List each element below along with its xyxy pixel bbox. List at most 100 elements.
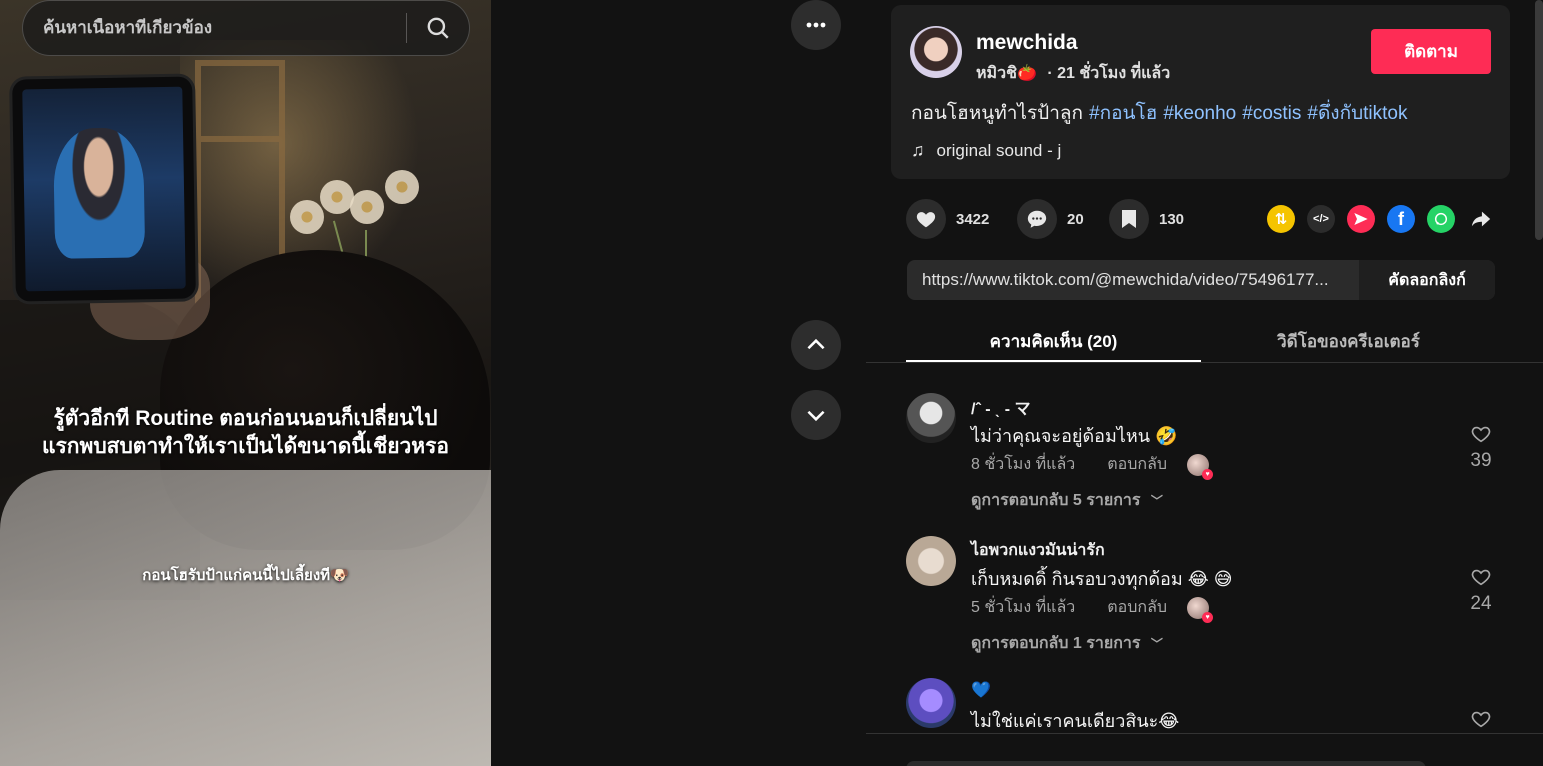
panel-scrollbar[interactable] [1535, 0, 1543, 240]
chevron-down-icon: ﹀ [1150, 637, 1163, 651]
share-link-url[interactable]: https://www.tiktok.com/@mewchida/video/7… [907, 270, 1359, 290]
comment-time: 5 ชั่วโมง ที่แล้ว [971, 599, 1076, 616]
creator-liked-icon [1187, 596, 1214, 623]
author-meta: หมิวชิ🍅 · 21 ชั่วโมง ที่แล้ว [976, 61, 1170, 86]
comment-button[interactable] [1017, 199, 1057, 239]
repost-button[interactable]: ⇅ [1267, 205, 1295, 233]
embed-icon: </> [1313, 213, 1329, 225]
author-username[interactable]: mewchida [976, 31, 1078, 55]
save-action: 130 [1109, 199, 1184, 239]
heart-icon [916, 212, 936, 228]
save-count: 130 [1159, 210, 1185, 228]
reply-button[interactable]: ตอบกลับ [1107, 452, 1167, 477]
tab-creator-videos[interactable]: วิดีโอของครีเอเตอร์ [1201, 328, 1496, 355]
bookmark-icon [1122, 210, 1136, 228]
view-replies-button[interactable]: ดูการตอบกลับ 5 รายการ ﹀ [971, 488, 1163, 513]
overlay-line-2: แรกพบสบตาทำให้เราเป็นได้ขนาดนี้เชียวหรอ [41, 435, 450, 458]
active-tab-indicator [906, 360, 1201, 362]
video-overlay-text: รู้ตัวอีกที Routine ตอนก่อนนอนก็เปลี่ยนไ… [0, 405, 491, 461]
comment-like-button[interactable]: 39 [1461, 423, 1501, 472]
share-facebook-button[interactable]: f [1387, 205, 1415, 233]
search-icon [427, 17, 449, 39]
like-button[interactable] [906, 199, 946, 239]
save-button[interactable] [1109, 199, 1149, 239]
chevron-down-icon [807, 410, 825, 422]
view-replies-label: ดูการตอบกลับ 1 รายการ [971, 635, 1141, 652]
description-text: กอนโฮหนูทำไรป้าลูก [911, 103, 1084, 124]
sound-link[interactable]: ♫ original sound - j [911, 140, 1061, 161]
comment-time: 8 ชั่วโมง ที่แล้ว [971, 456, 1076, 473]
comment-item: ไอพวกแงวมันน่ารัก เก็บหมดดิ้ กินรอบวงทุก… [906, 536, 1506, 666]
hashtag[interactable]: #กอนโฮ [1089, 103, 1157, 124]
overlay-line-1: รู้ตัวอีกที Routine ตอนก่อนนอนก็เปลี่ยนไ… [53, 407, 438, 430]
post-description: กอนโฮหนูทำไรป้าลูก #กอนโฮ #keonho #costis #ด… [911, 98, 1407, 128]
like-count: 3422 [956, 210, 990, 228]
view-replies-button[interactable]: ดูการตอบกลับ 1 รายการ ﹀ [971, 631, 1163, 656]
more-share-button[interactable] [1467, 205, 1495, 233]
commenter-avatar[interactable] [906, 678, 956, 728]
next-video-button[interactable] [791, 390, 841, 440]
share-whatsapp-button[interactable] [1427, 205, 1455, 233]
comment-text: ไม่ใช่แค่เราคนเดียวสินะ😂 [971, 711, 1180, 731]
comment-input[interactable] [906, 761, 1426, 766]
comment-count: 20 [1067, 210, 1084, 228]
copy-link-button[interactable]: คัดลอกลิงก์ [1359, 260, 1495, 300]
comment-item: /ˆ - ˎ - マ ไม่ว่าคุณจะอยู่ด้อมไหน 🤣 8 ชั… [906, 393, 1506, 523]
embed-button[interactable]: </> [1307, 205, 1335, 233]
comment-text: ไม่ว่าคุณจะอยู่ด้อมไหน 🤣 [971, 426, 1178, 446]
heart-outline-icon [1471, 569, 1491, 586]
commenter-name[interactable]: ไอพวกแงวมันน่ารัก [971, 538, 1105, 563]
comment-meta: 5 ชั่วโมง ที่แล้ว ตอบกลับ [971, 595, 1214, 623]
follow-button[interactable]: ติดตาม [1371, 29, 1491, 74]
reply-button[interactable]: ตอบกลับ [1107, 595, 1167, 620]
creator-liked-icon [1187, 453, 1214, 480]
comment-input-bar [866, 733, 1543, 766]
chevron-up-icon [807, 338, 825, 350]
view-replies-label: ดูการตอบกลับ 5 รายการ [971, 492, 1141, 509]
chevron-down-icon: ﹀ [1150, 494, 1163, 508]
comment-icon [1027, 210, 1047, 228]
previous-video-button[interactable] [791, 320, 841, 370]
comment-meta: 8 ชั่วโมง ที่แล้ว ตอบกลับ [971, 452, 1214, 480]
more-horizontal-icon [806, 22, 826, 28]
tablet-in-video [12, 76, 196, 302]
author-nickname[interactable]: หมิวชิ🍅 [976, 65, 1037, 82]
hashtag[interactable]: #ดึ่งกับtiktok [1307, 103, 1407, 124]
commenter-avatar[interactable] [906, 536, 956, 586]
details-panel: mewchida หมิวชิ🍅 · 21 ชั่วโมง ที่แล้ว ติ… [866, 0, 1543, 766]
tab-comments[interactable]: ความคิดเห็น (20) [906, 328, 1201, 355]
heart-outline-icon [1471, 711, 1491, 728]
search-bar [22, 0, 470, 56]
commenter-name[interactable]: /ˆ - ˎ - マ [971, 395, 1031, 419]
comment-action: 20 [1017, 199, 1084, 239]
video-player[interactable]: รู้ตัวอีกที Routine ตอนก่อนนอนก็เปลี่ยนไ… [0, 0, 491, 766]
facebook-icon: f [1398, 208, 1404, 229]
commenter-avatar[interactable] [906, 393, 956, 443]
video-caption-text: กอนโฮรับป้าแก่คนนี้ไปเลี้ยงที🐶 [142, 567, 349, 584]
comment-item: 💙 ไม่ใช่แค่เราคนเดียวสินะ😂 [906, 678, 1506, 733]
comment-like-button[interactable]: 24 [1461, 566, 1501, 615]
sound-title: original sound - j [936, 140, 1062, 160]
panel-tabs: ความคิดเห็น (20) วิดีโอของครีเอเตอร์ [866, 318, 1543, 363]
repost-icon: ⇅ [1274, 211, 1288, 228]
heart-outline-icon [1471, 426, 1491, 443]
like-action: 3422 [906, 199, 989, 239]
send-icon [1354, 213, 1368, 225]
send-to-friends-button[interactable] [1347, 205, 1375, 233]
comment-text: เก็บหมดดิ้ กินรอบวงทุกด้อม 😂 😅 [971, 569, 1233, 589]
search-input[interactable] [23, 18, 406, 38]
comment-like-button[interactable] [1461, 708, 1501, 733]
commenter-name[interactable]: 💙 [971, 680, 991, 700]
music-note-icon: ♫ [911, 140, 925, 160]
search-button[interactable] [407, 0, 469, 56]
share-link-box: https://www.tiktok.com/@mewchida/video/7… [907, 260, 1495, 300]
post-info-card: mewchida หมิวชิ🍅 · 21 ชั่วโมง ที่แล้ว ติ… [891, 5, 1510, 179]
hashtag[interactable]: #costis [1242, 103, 1301, 124]
post-time: · 21 ชั่วโมง ที่แล้ว [1047, 65, 1171, 82]
pillow [0, 470, 491, 766]
share-arrow-icon [1471, 211, 1491, 227]
author-avatar[interactable] [910, 26, 962, 78]
hashtag[interactable]: #keonho [1163, 103, 1236, 124]
more-options-button[interactable] [791, 0, 841, 50]
comment-like-count: 24 [1470, 593, 1492, 614]
